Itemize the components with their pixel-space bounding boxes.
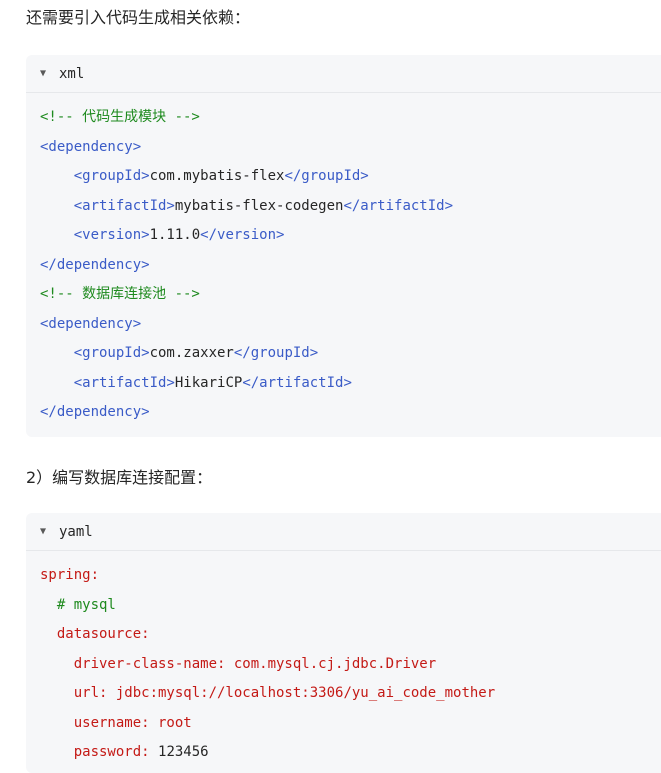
code-token: url: jdbc:mysql://localhost:3306/yu_ai_c… (73, 685, 496, 701)
code-language-label: xml (59, 65, 85, 82)
collapse-caret-icon[interactable]: ▼ (40, 526, 50, 537)
code-line: <groupId>com.mybatis-flex</groupId> (40, 162, 661, 192)
code-line: <!-- 数据库连接池 --> (40, 280, 661, 310)
code-block-header[interactable]: ▼ xml (26, 55, 661, 93)
code-token: </dependency> (40, 256, 150, 273)
intro-paragraph: 还需要引入代码生成相关依赖： (26, 8, 251, 27)
code-token: 1.11.0 (149, 227, 201, 243)
code-token: </dependency> (40, 404, 150, 420)
code-line: spring: (40, 561, 661, 591)
code-token: <!-- 数据库连接池 --> (40, 286, 200, 302)
xml-code-block: ▼ xml <!-- 代码生成模块 --> <dependency> <group… (26, 55, 661, 437)
code-token: HikariCP (174, 374, 243, 391)
code-line: <dependency> (40, 133, 661, 163)
code-line: url: jdbc:mysql://localhost:3306/yu_ai_c… (40, 679, 661, 709)
code-token: <dependency> (40, 138, 142, 155)
code-token: <version> (73, 227, 150, 243)
code-line: </dependency> (40, 398, 661, 428)
code-token: </artifactId> (242, 374, 352, 391)
code-token: com.zaxxer (149, 345, 234, 361)
yaml-code-block: ▼ yaml spring: # mysql datasource: drive… (26, 513, 661, 773)
code-token: </version> (200, 227, 285, 243)
code-token: datasource: (56, 626, 150, 642)
collapse-caret-icon[interactable]: ▼ (40, 68, 50, 79)
code-token: com.mybatis-flex (149, 168, 285, 184)
step2-paragraph: 2）编写数据库连接配置： (26, 468, 213, 487)
code-line: datasource: (40, 620, 661, 650)
code-token: 123456 (158, 744, 209, 760)
code-line: password: 123456 (40, 738, 661, 768)
code-content: spring: # mysql datasource: driver-class… (26, 551, 661, 768)
code-token: spring: (40, 567, 100, 583)
code-token: <artifactId> (73, 197, 175, 214)
code-token: <artifactId> (73, 374, 175, 391)
code-token: driver-class-name: com.mysql.cj.jdbc.Dri… (73, 655, 437, 672)
code-token: </groupId> (284, 168, 369, 184)
code-line: driver-class-name: com.mysql.cj.jdbc.Dri… (40, 650, 661, 680)
code-token: <groupId> (73, 345, 150, 361)
code-line: <artifactId>HikariCP</artifactId> (40, 369, 661, 399)
code-line: username: root (40, 709, 661, 739)
code-line: <groupId>com.zaxxer</groupId> (40, 339, 661, 369)
code-token: username: root (73, 714, 192, 731)
code-token: <groupId> (73, 168, 150, 184)
code-block-header[interactable]: ▼ yaml (26, 513, 661, 551)
code-token: mybatis-flex-codegen (174, 197, 344, 214)
code-token: <!-- 代码生成模块 --> (40, 109, 200, 125)
code-line: <version>1.11.0</version> (40, 221, 661, 251)
code-token: # mysql (56, 596, 116, 613)
code-token: </groupId> (233, 345, 319, 361)
code-line: <!-- 代码生成模块 --> (40, 103, 661, 133)
code-token: password: (73, 744, 159, 760)
code-line: </dependency> (40, 251, 661, 281)
code-token: </artifactId> (343, 197, 454, 214)
code-content: <!-- 代码生成模块 --> <dependency> <groupId>com… (26, 93, 661, 428)
code-line: <artifactId>mybatis-flex-codegen</artifa… (40, 192, 661, 222)
code-line: <dependency> (40, 310, 661, 340)
code-line: # mysql (40, 591, 661, 621)
code-token: <dependency> (40, 315, 142, 332)
code-language-label: yaml (59, 523, 93, 540)
